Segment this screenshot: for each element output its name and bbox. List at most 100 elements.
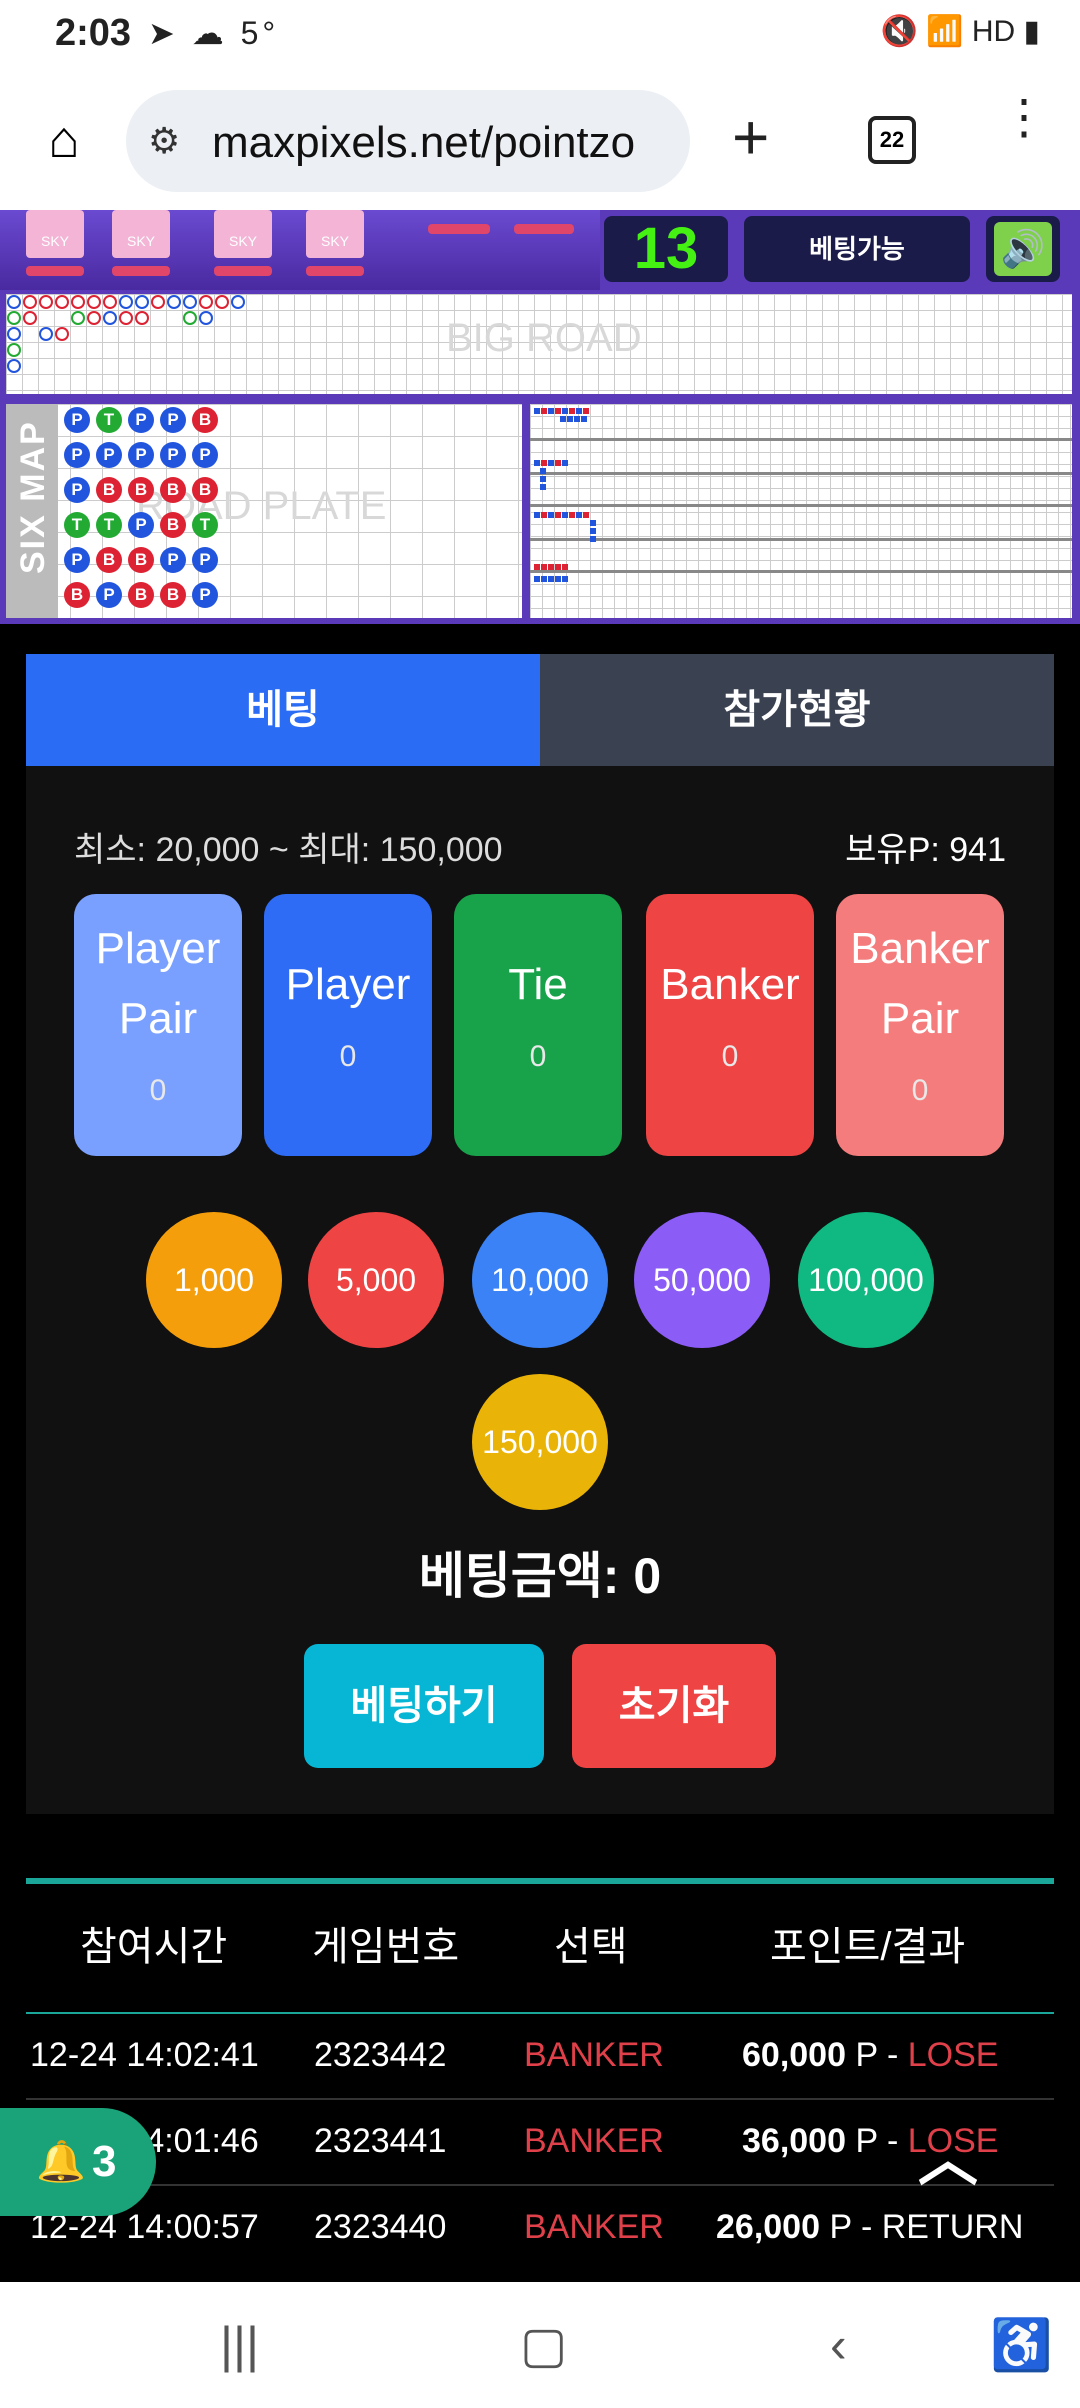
bead-result: P bbox=[128, 407, 154, 433]
derived-marker bbox=[569, 512, 575, 518]
status-bar: 2:03 ➤ ☁ 5° 🔇 📶 HD ▮ bbox=[0, 0, 1080, 72]
row-game: 2323441 bbox=[314, 2122, 447, 2160]
new-tab-icon[interactable]: + bbox=[732, 102, 769, 172]
derived-marker bbox=[590, 528, 596, 534]
system-nav-bar: ||| ▢ ‹ ♿ bbox=[0, 2282, 1080, 2408]
back-icon[interactable]: ‹ bbox=[830, 2316, 847, 2374]
bead-result: P bbox=[96, 582, 122, 608]
bead-result: P bbox=[128, 442, 154, 468]
big-road-marker bbox=[87, 295, 101, 309]
chip-5000[interactable]: 5,000 bbox=[308, 1212, 444, 1348]
bead-result: P bbox=[192, 442, 218, 468]
recent-apps-icon[interactable]: ||| bbox=[220, 2316, 259, 2374]
card-area: SKY SKY SKY SKY bbox=[0, 210, 600, 290]
game-board: SKY SKY SKY SKY 13 베팅가능 🔊 BIG ROAD SIX M… bbox=[0, 210, 1080, 624]
derived-marker bbox=[567, 416, 573, 422]
bet-player-pair-button[interactable]: Player Pair 0 bbox=[74, 894, 242, 1156]
big-road-marker bbox=[7, 295, 21, 309]
bead-result: T bbox=[192, 512, 218, 538]
chip-50000[interactable]: 50,000 bbox=[634, 1212, 770, 1348]
big-road-marker bbox=[55, 295, 69, 309]
bead-result: P bbox=[160, 547, 186, 573]
row-choice: BANKER bbox=[524, 2122, 664, 2160]
bead-result: B bbox=[128, 547, 154, 573]
place-bet-button[interactable]: 베팅하기 bbox=[304, 1644, 544, 1768]
bead-result: B bbox=[64, 582, 90, 608]
history-header-time: 참여시간 bbox=[80, 1925, 228, 1969]
sound-toggle[interactable]: 🔊 bbox=[986, 216, 1060, 282]
status-time: 2:03 bbox=[55, 12, 132, 54]
home-icon[interactable]: ⌂ bbox=[36, 112, 92, 168]
bead-result: B bbox=[96, 547, 122, 573]
reset-button[interactable]: 초기화 bbox=[572, 1644, 776, 1768]
history-header-result: 포인트/결과 bbox=[770, 1925, 966, 1969]
derived-roads bbox=[530, 404, 1072, 618]
countdown-timer: 13 bbox=[604, 216, 728, 282]
derived-marker bbox=[534, 576, 540, 582]
chip-150000[interactable]: 150,000 bbox=[472, 1374, 608, 1510]
row-choice: BANKER bbox=[524, 2208, 664, 2246]
card-slot bbox=[26, 266, 84, 276]
derived-marker bbox=[541, 512, 547, 518]
browser-toolbar: ⌂ ⚙ maxpixels.net/pointzo + 22 ⋮ bbox=[0, 72, 1080, 210]
scroll-top-icon[interactable]: ︿ bbox=[908, 2120, 988, 2200]
derived-marker bbox=[581, 416, 587, 422]
road-separator bbox=[530, 504, 1072, 507]
bet-status: 베팅가능 bbox=[744, 216, 970, 282]
bead-result: P bbox=[64, 407, 90, 433]
home-nav-icon[interactable]: ▢ bbox=[520, 2316, 567, 2374]
notification-button[interactable]: 🔔 3 bbox=[0, 2108, 156, 2216]
card-back: SKY bbox=[112, 210, 170, 258]
bet-history: 참여시간 게임번호 선택 포인트/결과 12-24 14:02:41 23234… bbox=[26, 1878, 1054, 2278]
big-road-marker bbox=[55, 327, 69, 341]
row-game: 2323442 bbox=[314, 2036, 447, 2074]
tab-betting[interactable]: 베팅 bbox=[26, 654, 540, 766]
tab-switcher-button[interactable]: 22 bbox=[868, 116, 916, 164]
chip-100000[interactable]: 100,000 bbox=[798, 1212, 934, 1348]
big-road-marker bbox=[135, 311, 149, 325]
temperature: 5° bbox=[240, 15, 280, 51]
more-menu-icon[interactable]: ⋮ bbox=[1000, 94, 1048, 142]
big-road-marker bbox=[103, 295, 117, 309]
bead-result: B bbox=[192, 407, 218, 433]
accessibility-icon[interactable]: ♿ bbox=[990, 2316, 1052, 2375]
bead-result: B bbox=[128, 582, 154, 608]
bead-result: B bbox=[192, 477, 218, 503]
row-unit: P - bbox=[855, 2036, 908, 2074]
bet-amount: 0 bbox=[529, 1040, 547, 1073]
bet-player-button[interactable]: Player 0 bbox=[264, 894, 432, 1156]
derived-marker bbox=[555, 564, 561, 570]
bet-total: 베팅금액: 0 bbox=[418, 1548, 662, 1604]
big-road-marker bbox=[7, 359, 21, 373]
derived-marker bbox=[548, 564, 554, 570]
bet-banker-pair-button[interactable]: Banker Pair 0 bbox=[836, 894, 1004, 1156]
derived-marker bbox=[540, 468, 546, 474]
big-road: BIG ROAD bbox=[6, 294, 1072, 394]
bet-amount: 0 bbox=[339, 1040, 357, 1073]
big-road-marker bbox=[151, 295, 165, 309]
big-road-marker bbox=[7, 327, 21, 341]
big-road-marker bbox=[71, 311, 85, 325]
derived-marker bbox=[548, 460, 554, 466]
bet-banker-button[interactable]: Banker 0 bbox=[646, 894, 814, 1156]
derived-marker bbox=[534, 408, 540, 414]
bead-result: P bbox=[64, 442, 90, 468]
site-settings-icon[interactable]: ⚙ bbox=[148, 120, 180, 162]
bet-tie-button[interactable]: Tie 0 bbox=[454, 894, 622, 1156]
bead-result: T bbox=[96, 512, 122, 538]
bead-result: P bbox=[160, 407, 186, 433]
derived-marker bbox=[548, 512, 554, 518]
derived-marker bbox=[548, 408, 554, 414]
road-separator bbox=[530, 472, 1072, 475]
bet-amount: 0 bbox=[721, 1040, 739, 1073]
tab-participants[interactable]: 참가현황 bbox=[540, 654, 1054, 766]
bead-result: T bbox=[96, 407, 122, 433]
bead-result: P bbox=[96, 442, 122, 468]
chip-1000[interactable]: 1,000 bbox=[146, 1212, 282, 1348]
row-result: LOSE bbox=[907, 2036, 999, 2074]
bead-result: P bbox=[192, 547, 218, 573]
address-bar[interactable]: ⚙ maxpixels.net/pointzo bbox=[126, 90, 690, 192]
bead-result: B bbox=[128, 477, 154, 503]
history-header-game: 게임번호 bbox=[312, 1925, 460, 1969]
chip-10000[interactable]: 10,000 bbox=[472, 1212, 608, 1348]
